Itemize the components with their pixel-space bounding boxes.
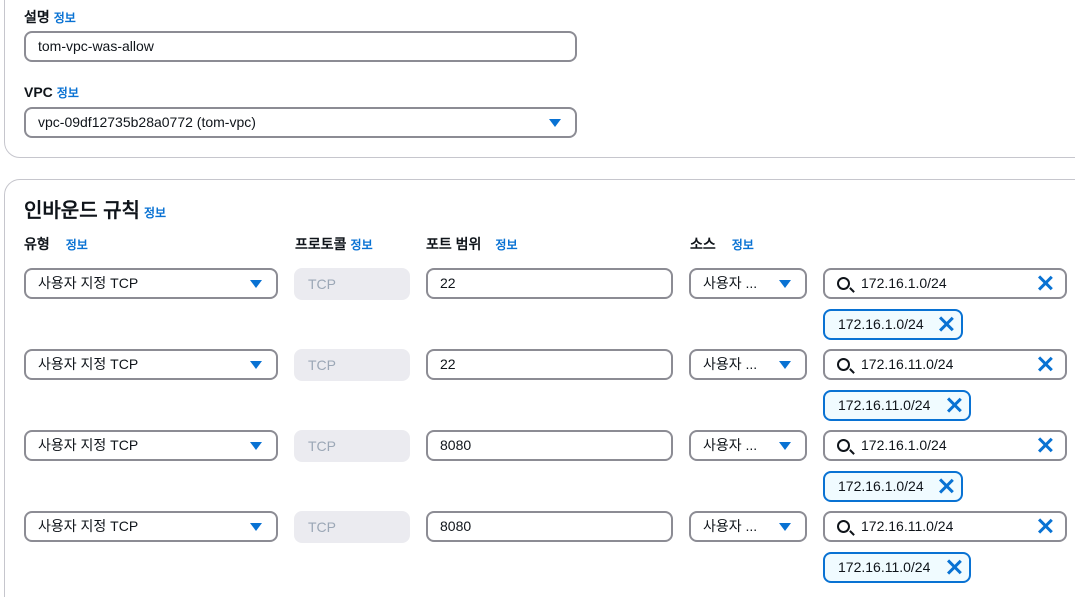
search-icon: [837, 439, 850, 452]
remove-token-icon[interactable]: [937, 477, 955, 495]
vpc-info-link[interactable]: 정보: [57, 86, 79, 100]
rule-source-search[interactable]: 172.16.11.0/24: [823, 349, 1067, 380]
rule-port-input[interactable]: 8080: [426, 430, 673, 461]
source-token: 172.16.1.0/24: [823, 309, 963, 340]
rule-protocol-field: TCP: [294, 511, 410, 543]
caret-down-icon: [250, 442, 262, 450]
caret-down-icon: [549, 119, 561, 127]
rule-source-type-select[interactable]: 사용자 ...: [689, 430, 807, 461]
rule-protocol-field: TCP: [294, 430, 410, 462]
rule-protocol-field: TCP: [294, 349, 410, 381]
description-label: 설명 정보: [24, 9, 76, 25]
search-icon: [837, 358, 850, 371]
port-info-link[interactable]: 정보: [495, 238, 517, 252]
caret-down-icon: [779, 523, 791, 531]
rule-source-search[interactable]: 172.16.1.0/24: [823, 430, 1067, 461]
clear-icon[interactable]: [1035, 354, 1055, 374]
clear-icon[interactable]: [1035, 435, 1055, 455]
search-icon: [837, 520, 850, 533]
remove-token-icon[interactable]: [945, 396, 963, 414]
rule-source-type-select[interactable]: 사용자 ...: [689, 349, 807, 380]
rule-port-input[interactable]: 22: [426, 268, 673, 299]
rule-port-input[interactable]: 22: [426, 349, 673, 380]
caret-down-icon: [250, 280, 262, 288]
source-token: 172.16.1.0/24: [823, 471, 963, 502]
caret-down-icon: [779, 361, 791, 369]
rule-protocol-field: TCP: [294, 268, 410, 300]
source-token: 172.16.11.0/24: [823, 390, 971, 421]
caret-down-icon: [779, 280, 791, 288]
inbound-info-link[interactable]: 정보: [144, 206, 166, 220]
rule-source-type-select[interactable]: 사용자 ...: [689, 511, 807, 542]
rule-source-search[interactable]: 172.16.11.0/24: [823, 511, 1067, 542]
remove-token-icon[interactable]: [937, 315, 955, 333]
rule-type-select[interactable]: 사용자 지정 TCP: [24, 511, 278, 542]
column-header-port: 포트 범위 정보: [426, 236, 518, 252]
search-icon: [837, 277, 850, 290]
clear-icon[interactable]: [1035, 273, 1055, 293]
rule-port-input[interactable]: 8080: [426, 511, 673, 542]
rule-type-select[interactable]: 사용자 지정 TCP: [24, 268, 278, 299]
column-header-source: 소스 정보: [690, 236, 754, 252]
clear-icon[interactable]: [1035, 516, 1055, 536]
rule-type-select[interactable]: 사용자 지정 TCP: [24, 349, 278, 380]
remove-token-icon[interactable]: [945, 558, 963, 576]
rule-type-select[interactable]: 사용자 지정 TCP: [24, 430, 278, 461]
vpc-select[interactable]: vpc-09df12735b28a0772 (tom-vpc): [24, 107, 577, 138]
rule-source-search[interactable]: 172.16.1.0/24: [823, 268, 1067, 299]
caret-down-icon: [250, 523, 262, 531]
caret-down-icon: [250, 361, 262, 369]
description-input[interactable]: tom-vpc-was-allow: [24, 31, 577, 62]
type-info-link[interactable]: 정보: [66, 238, 88, 252]
rule-source-type-select[interactable]: 사용자 ...: [689, 268, 807, 299]
column-header-protocol: 프로토콜 정보: [295, 236, 373, 252]
source-info-link[interactable]: 정보: [732, 238, 754, 252]
source-token: 172.16.11.0/24: [823, 552, 971, 583]
description-info-link[interactable]: 정보: [54, 11, 76, 25]
caret-down-icon: [779, 442, 791, 450]
column-header-type: 유형 정보: [24, 236, 88, 252]
protocol-info-link[interactable]: 정보: [351, 238, 373, 252]
inbound-rules-title: 인바운드 규칙 정보: [24, 200, 167, 222]
vpc-label: VPC 정보: [24, 84, 79, 100]
